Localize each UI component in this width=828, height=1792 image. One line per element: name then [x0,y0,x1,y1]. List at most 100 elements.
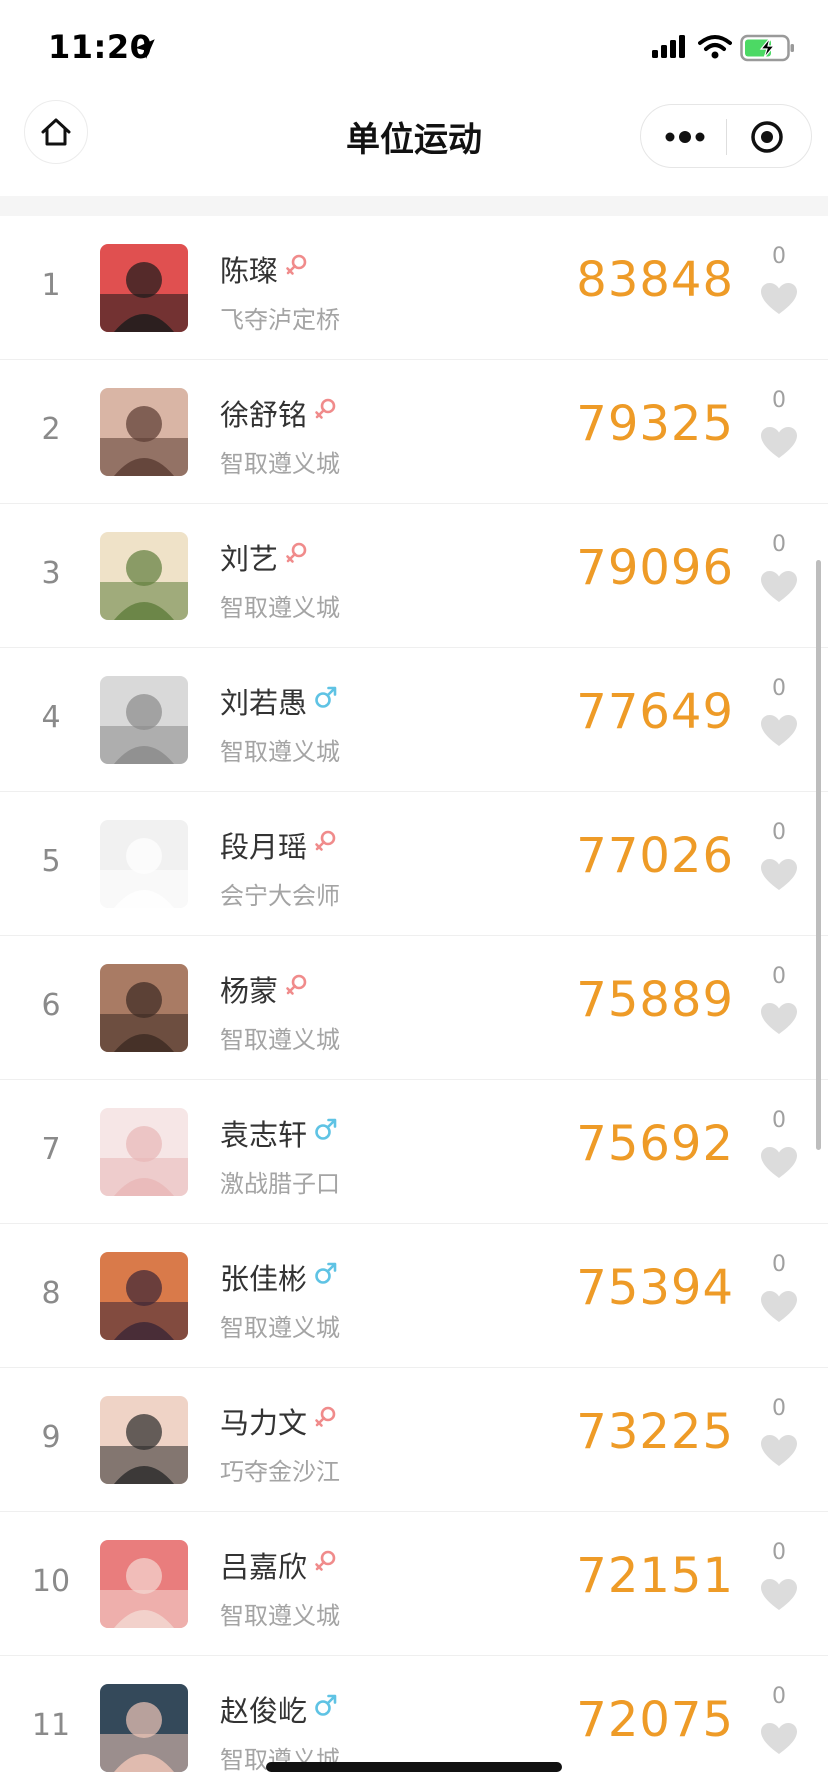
step-count: 75889 [576,972,734,1028]
step-count: 72151 [576,1548,734,1604]
home-indicator[interactable] [266,1762,562,1772]
avatar[interactable] [100,820,188,908]
ranking-row[interactable]: 4 刘若愚 智取遵义城 77649 0 [0,648,828,792]
ranking-row[interactable]: 9 马力文 巧夺金沙江 73225 0 [0,1368,828,1512]
heart-icon[interactable] [760,1290,798,1324]
female-gender-icon [313,1548,339,1574]
step-count: 83848 [576,252,734,308]
female-gender-icon [284,972,310,998]
heart-icon[interactable] [760,1146,798,1180]
like-count: 0 [772,1540,786,1565]
avatar[interactable] [100,1684,188,1772]
avatar[interactable] [100,1396,188,1484]
rank-number: 9 [41,1420,61,1455]
like-count: 0 [772,1684,786,1709]
nav-bar: 单位运动 [0,98,828,198]
like-count: 0 [772,388,786,413]
male-gender-icon [313,1692,339,1718]
heart-icon[interactable] [760,1578,798,1612]
avatar[interactable] [100,1252,188,1340]
step-count: 77026 [576,828,734,884]
scrollbar[interactable] [816,560,821,1150]
heart-icon[interactable] [760,1002,798,1036]
like-count: 0 [772,676,786,701]
step-count: 72075 [576,1692,734,1748]
step-count: 75692 [576,1116,734,1172]
mini-program-capsule [640,104,812,168]
rank-number: 5 [41,844,61,879]
avatar[interactable] [100,964,188,1052]
user-name: 袁志轩 [220,1118,308,1152]
ranking-row[interactable]: 6 杨蒙 智取遵义城 75889 0 [0,936,828,1080]
wifi-icon [698,35,732,59]
heart-icon[interactable] [760,426,798,460]
ranking-row[interactable]: 10 吕嘉欣 智取遵义城 72151 0 [0,1512,828,1656]
like-count: 0 [772,1108,786,1133]
ranking-row[interactable]: 2 徐舒铭 智取遵义城 79325 0 [0,360,828,504]
male-gender-icon [313,684,339,710]
like-count: 0 [772,1252,786,1277]
female-gender-icon [313,828,339,854]
heart-icon[interactable] [760,1722,798,1756]
team-name: 智取遵义城 [220,1314,340,1342]
rank-number: 10 [31,1564,71,1599]
step-count: 77649 [576,684,734,740]
team-name: 智取遵义城 [220,1602,340,1630]
heart-icon[interactable] [760,1434,798,1468]
step-count: 73225 [576,1404,734,1460]
ranking-row[interactable]: 5 段月瑶 会宁大会师 77026 0 [0,792,828,936]
heart-icon[interactable] [760,858,798,892]
avatar[interactable] [100,388,188,476]
user-name: 刘若愚 [220,686,308,720]
step-count: 79325 [576,396,734,452]
heart-icon[interactable] [760,570,798,604]
close-target-icon[interactable] [749,119,785,155]
team-name: 巧夺金沙江 [220,1458,340,1486]
location-arrow-icon [135,39,155,59]
like-count: 0 [772,820,786,845]
ranking-row[interactable]: 7 袁志轩 激战腊子口 75692 0 [0,1080,828,1224]
like-count: 0 [772,964,786,989]
heart-icon[interactable] [760,714,798,748]
step-count: 79096 [576,540,734,596]
male-gender-icon [313,1116,339,1142]
cellular-signal-icon [652,35,685,58]
user-name: 徐舒铭 [220,398,308,432]
rank-number: 4 [41,700,61,735]
heart-icon[interactable] [760,282,798,316]
avatar[interactable] [100,1108,188,1196]
avatar[interactable] [100,244,188,332]
ranking-list: 1 陈璨 飞夺泸定桥 83848 0 2 徐舒铭 智取遵义城 79325 0 3… [0,216,828,1792]
user-name: 段月瑶 [220,830,308,864]
avatar[interactable] [100,676,188,764]
capsule-divider [726,119,727,155]
user-name: 刘艺 [220,542,279,576]
team-name: 智取遵义城 [220,1026,340,1054]
user-name: 赵俊屹 [220,1694,308,1728]
female-gender-icon [313,1404,339,1430]
user-name: 陈璨 [220,254,279,288]
team-name: 激战腊子口 [220,1170,340,1198]
user-name: 马力文 [220,1406,308,1440]
user-name: 张佳彬 [220,1262,308,1296]
rank-number: 6 [41,988,61,1023]
rank-number: 3 [41,556,61,591]
avatar[interactable] [100,532,188,620]
app-screen: 11:20 单位运动 1 陈璨 飞夺泸定桥 83848 0 2 徐舒铭 智取遵义… [0,0,828,1792]
more-icon[interactable] [663,127,707,147]
step-count: 75394 [576,1260,734,1316]
ranking-row[interactable]: 1 陈璨 飞夺泸定桥 83848 0 [0,216,828,360]
avatar[interactable] [100,1540,188,1628]
rank-number: 1 [41,268,61,303]
section-gap [0,196,828,216]
ranking-row[interactable]: 8 张佳彬 智取遵义城 75394 0 [0,1224,828,1368]
battery-charging-icon [740,34,794,62]
rank-number: 8 [41,1276,61,1311]
female-gender-icon [284,540,310,566]
female-gender-icon [313,396,339,422]
like-count: 0 [772,532,786,557]
team-name: 智取遵义城 [220,738,340,766]
ranking-row[interactable]: 3 刘艺 智取遵义城 79096 0 [0,504,828,648]
team-name: 智取遵义城 [220,450,340,478]
team-name: 智取遵义城 [220,594,340,622]
